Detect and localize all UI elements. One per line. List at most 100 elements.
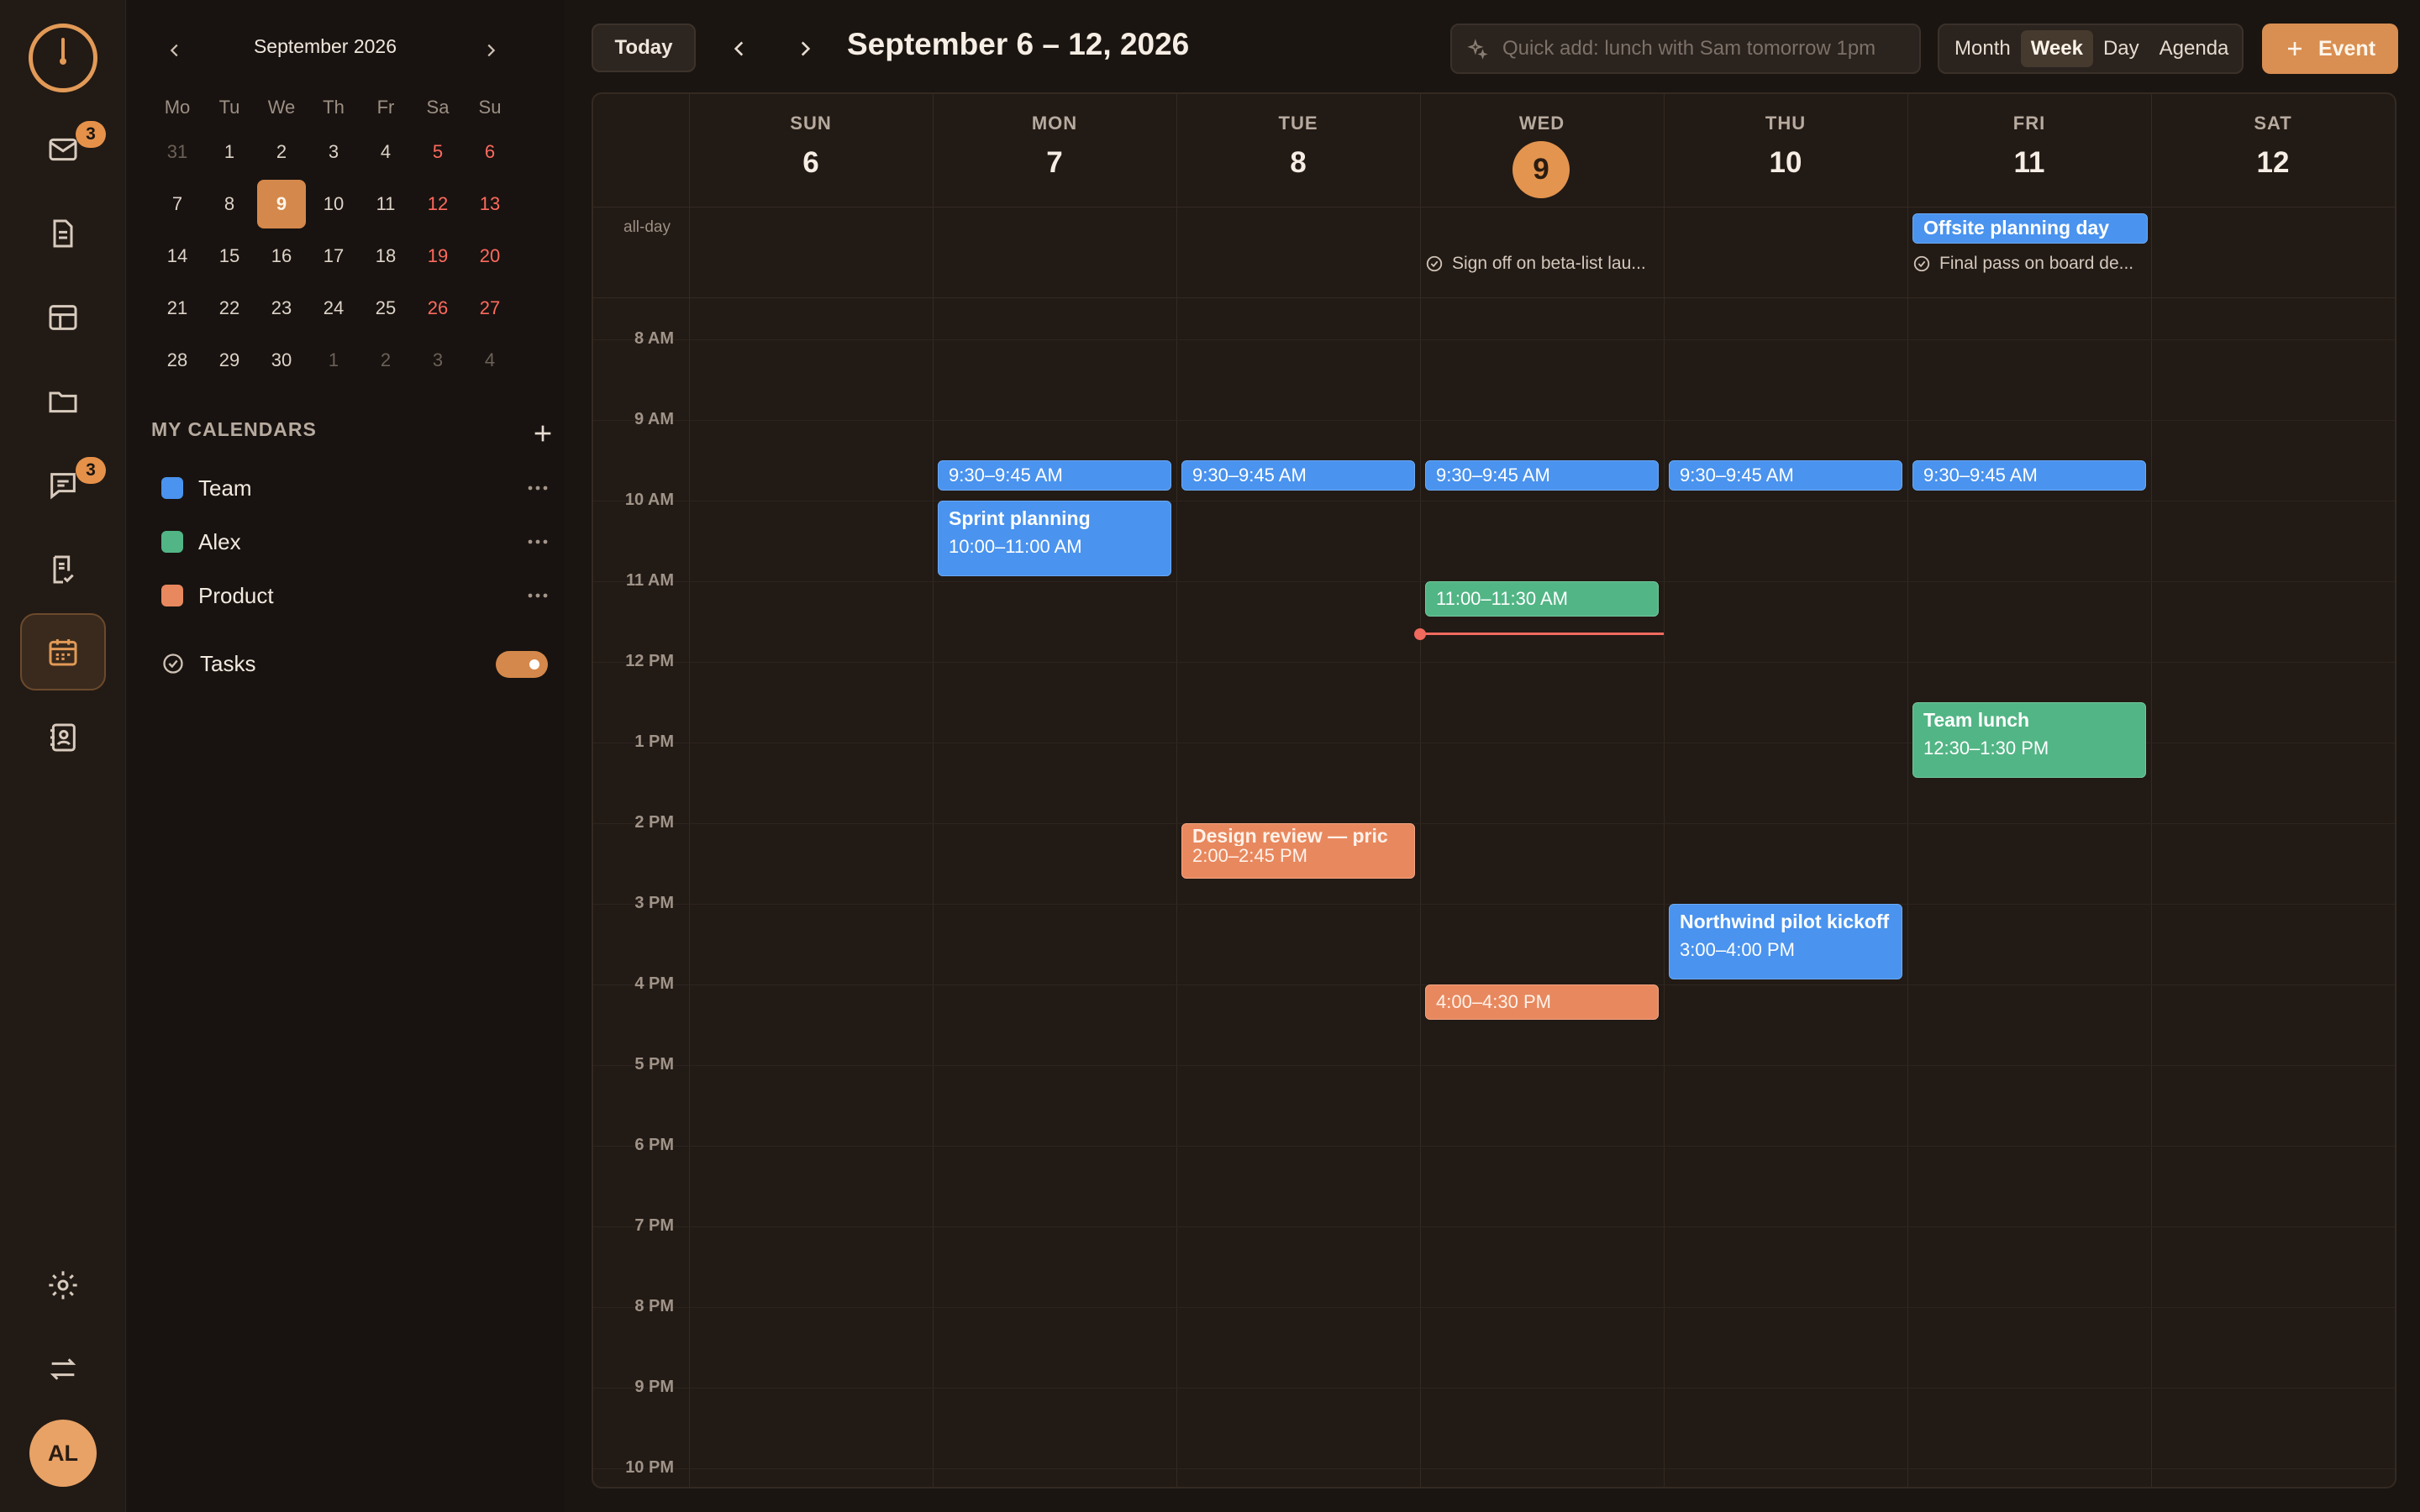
mini-calendar-day[interactable]: 20 [464, 230, 516, 282]
mini-calendar-day[interactable]: 18 [360, 230, 412, 282]
mini-calendar-day[interactable]: 16 [255, 230, 308, 282]
calendar-item-alex[interactable]: Alex [161, 523, 556, 560]
sparkle-icon [1452, 25, 1502, 72]
mini-calendar-day[interactable]: 25 [360, 282, 412, 334]
event-sprint-planning[interactable]: Sprint planning 10:00–11:00 AM [938, 501, 1171, 576]
day-header-sun[interactable]: SUN 6 [689, 94, 933, 207]
mini-calendar-day-number: 4 [380, 141, 392, 162]
event-wed-930[interactable]: 9:30–9:45 AM [1425, 460, 1659, 491]
mini-calendar-day[interactable]: 27 [464, 282, 516, 334]
calendar-color-swatch [161, 585, 183, 606]
event-wed-11[interactable]: 11:00–11:30 AM [1425, 581, 1659, 617]
mini-calendar-day[interactable]: 9 [255, 178, 308, 230]
mini-calendar-day[interactable]: 23 [255, 282, 308, 334]
mini-calendar-day[interactable]: 21 [151, 282, 203, 334]
event-mon-930[interactable]: 9:30–9:45 AM [938, 460, 1171, 491]
mini-next-month-button[interactable] [474, 34, 508, 67]
view-day-button[interactable]: Day [2093, 30, 2149, 67]
mini-calendar-day[interactable]: 2 [360, 334, 412, 386]
mini-calendar-day-number: 8 [224, 193, 235, 214]
event-design-review[interactable]: Design review — pric 2:00–2:45 PM [1181, 823, 1415, 879]
mini-calendar-day[interactable]: 7 [151, 178, 203, 230]
day-header-wed[interactable]: WED 9 [1420, 94, 1664, 207]
rail-contacts-button[interactable] [20, 699, 106, 776]
task-item-beta-list[interactable]: Sign off on beta-list lau... [1425, 254, 1646, 274]
calendar-item-product[interactable]: Product [161, 577, 556, 614]
calendar-item-team[interactable]: Team [161, 470, 556, 507]
app-logo[interactable] [29, 24, 97, 92]
day-header-tue[interactable]: TUE 8 [1176, 94, 1420, 207]
event-fri-930[interactable]: 9:30–9:45 AM [1912, 460, 2146, 491]
next-week-button[interactable] [786, 30, 823, 67]
calendar-more-button[interactable] [519, 582, 556, 609]
mini-calendar-day[interactable]: 15 [203, 230, 255, 282]
day-header-mon[interactable]: MON 7 [933, 94, 1176, 207]
mini-calendar-day[interactable]: 10 [308, 178, 360, 230]
mini-weekday: Fr [376, 97, 395, 118]
mini-prev-month-button[interactable] [158, 34, 192, 67]
mini-calendar-day[interactable]: 8 [203, 178, 255, 230]
mini-calendar-day[interactable]: 3 [308, 126, 360, 178]
day-of-week: THU [1765, 113, 1807, 134]
view-week-button[interactable]: Week [2020, 30, 2093, 67]
mini-calendar-day[interactable]: 6 [464, 126, 516, 178]
avatar[interactable]: AL [29, 1420, 97, 1487]
calendar-more-button[interactable] [519, 475, 556, 501]
mini-calendar-day[interactable]: 24 [308, 282, 360, 334]
tasks-toggle[interactable] [496, 651, 548, 678]
mini-calendar-day[interactable]: 2 [255, 126, 308, 178]
event-wed-4pm[interactable]: 4:00–4:30 PM [1425, 984, 1659, 1020]
task-item-board-deck[interactable]: Final pass on board de... [1912, 254, 2133, 274]
hour-line [593, 823, 2395, 824]
mini-calendar-day[interactable]: 11 [360, 178, 412, 230]
mini-calendar-day[interactable]: 19 [412, 230, 464, 282]
rail-calendar-button[interactable] [20, 613, 106, 690]
mini-calendar-day[interactable]: 1 [308, 334, 360, 386]
allday-event-offsite[interactable]: Offsite planning day [1912, 213, 2148, 244]
day-header-sat[interactable]: SAT 12 [2151, 94, 2395, 207]
day-header-thu[interactable]: THU 10 [1664, 94, 1907, 207]
chevron-right-icon [487, 44, 496, 57]
day-header-fri[interactable]: FRI 11 [1907, 94, 2151, 207]
mini-calendar-day-number: 15 [218, 245, 240, 266]
rail-tasks-button[interactable] [20, 531, 106, 608]
view-month-button[interactable]: Month [1944, 30, 2021, 67]
mini-calendar-day[interactable]: 4 [360, 126, 412, 178]
event-team-lunch[interactable]: Team lunch 12:30–1:30 PM [1912, 702, 2146, 778]
mini-calendar-day[interactable]: 30 [255, 334, 308, 386]
mini-calendar-day[interactable]: 4 [464, 334, 516, 386]
mini-calendar-day[interactable]: 14 [151, 230, 203, 282]
mini-calendar-day[interactable]: 22 [203, 282, 255, 334]
rail-table-button[interactable] [20, 279, 106, 356]
check-circle-icon [1426, 255, 1443, 272]
event-thu-930[interactable]: 9:30–9:45 AM [1669, 460, 1902, 491]
rail-files-button[interactable] [20, 363, 106, 440]
rail-switch-button[interactable] [20, 1331, 106, 1408]
mini-calendar-day[interactable]: 12 [412, 178, 464, 230]
mini-calendar-day[interactable]: 13 [464, 178, 516, 230]
event-northwind-kickoff[interactable]: Northwind pilot kickoff 3:00–4:00 PM [1669, 904, 1902, 979]
quick-add-input[interactable] [1502, 37, 1914, 60]
rail-chat-button[interactable]: 3 [20, 447, 106, 524]
mini-calendar-day[interactable]: 31 [151, 126, 203, 178]
mini-calendar-day[interactable]: 26 [412, 282, 464, 334]
rail-settings-button[interactable] [20, 1247, 106, 1324]
mini-calendar-day[interactable]: 1 [203, 126, 255, 178]
rail-mail-button[interactable]: 3 [20, 111, 106, 188]
event-tue-930[interactable]: 9:30–9:45 AM [1181, 460, 1415, 491]
mini-calendar-day[interactable]: 3 [412, 334, 464, 386]
new-event-button[interactable]: Event [2262, 24, 2398, 74]
mini-calendar-day[interactable]: 28 [151, 334, 203, 386]
mini-calendar-day[interactable]: 17 [308, 230, 360, 282]
day-of-week: SUN [790, 113, 832, 134]
view-agenda-button[interactable]: Agenda [2149, 30, 2239, 67]
prev-week-button[interactable] [721, 30, 758, 67]
today-button[interactable]: Today [592, 24, 696, 72]
calendar-more-button[interactable] [519, 528, 556, 555]
quick-add-field[interactable] [1450, 24, 1921, 74]
add-calendar-button[interactable] [529, 420, 556, 447]
mini-calendar-day[interactable]: 29 [203, 334, 255, 386]
rail-docs-button[interactable] [20, 195, 106, 272]
mini-calendar-day[interactable]: 5 [412, 126, 464, 178]
mini-calendar-day-number: 16 [271, 245, 292, 266]
